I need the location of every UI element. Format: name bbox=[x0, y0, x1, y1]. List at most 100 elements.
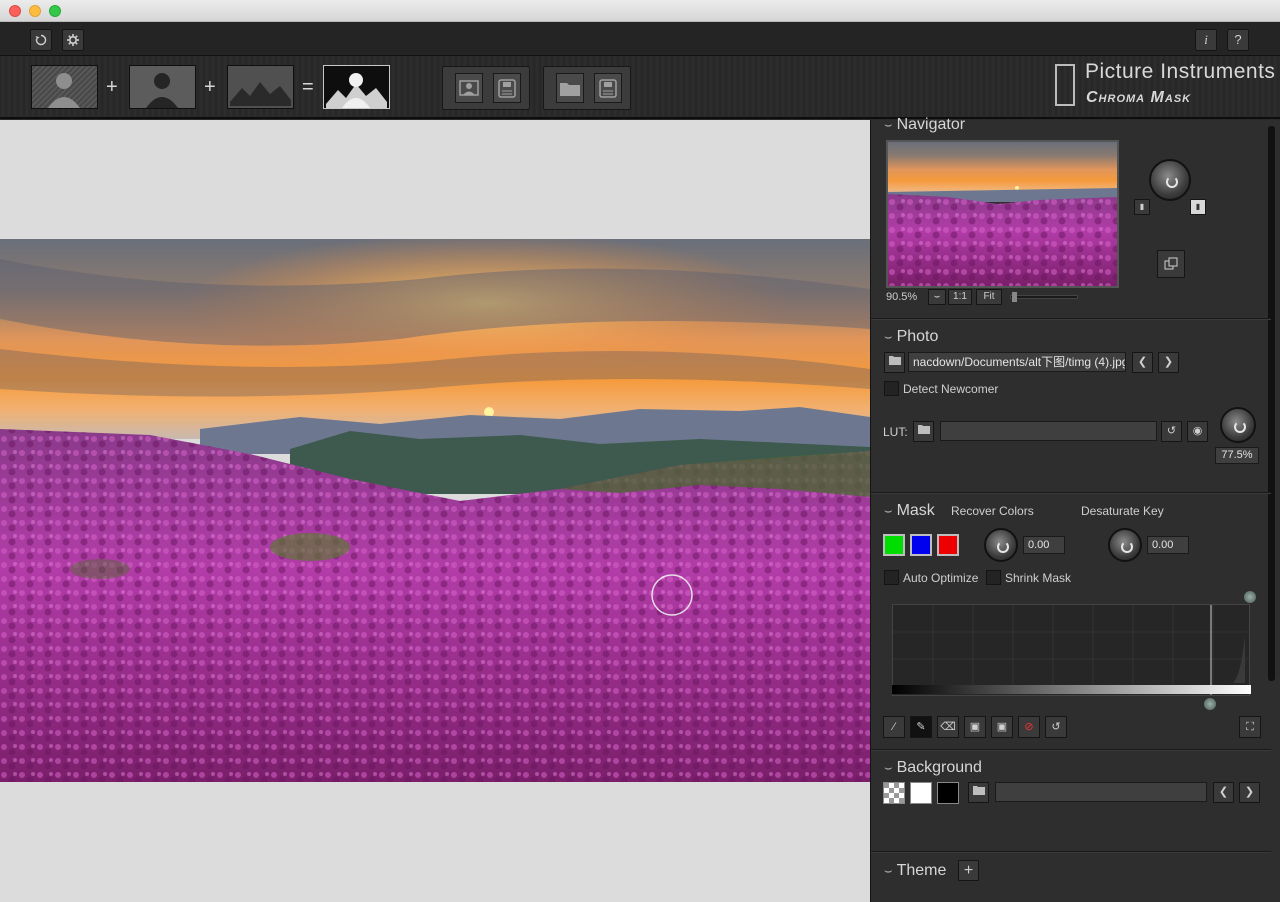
thin-brush-tool[interactable]: ⁄ bbox=[883, 716, 905, 738]
open-folder-button[interactable] bbox=[556, 73, 584, 103]
gear-icon bbox=[67, 34, 79, 46]
photo-open-button[interactable] bbox=[884, 352, 905, 373]
reset-icon: ↺ bbox=[1051, 721, 1061, 733]
lut-path-field[interactable] bbox=[940, 421, 1157, 441]
recover-colors-knob[interactable] bbox=[984, 528, 1018, 562]
background-header[interactable]: ⌣ Background bbox=[884, 759, 982, 777]
mask-curve-editor[interactable] bbox=[892, 604, 1250, 696]
add-theme-button[interactable]: + bbox=[958, 860, 979, 881]
curve-top-handle[interactable] bbox=[1244, 591, 1256, 603]
background-title: Background bbox=[896, 759, 982, 776]
lut-preview-button[interactable]: ◉ bbox=[1187, 421, 1208, 442]
compare-button[interactable] bbox=[1157, 250, 1185, 278]
save-mask-button[interactable]: ▣ bbox=[991, 716, 1013, 738]
eye-icon: ◉ bbox=[1192, 425, 1203, 437]
lut-open-button[interactable] bbox=[913, 421, 934, 442]
desaturate-key-value[interactable]: 0.00 bbox=[1147, 536, 1189, 554]
key-step-button[interactable] bbox=[129, 65, 196, 109]
next-background-button[interactable]: ❯ bbox=[1239, 782, 1260, 803]
panel-scrollbar[interactable] bbox=[1268, 126, 1275, 681]
background-path-field[interactable] bbox=[995, 782, 1207, 802]
brand-name: Picture Instruments bbox=[1085, 60, 1276, 83]
composite-icon bbox=[324, 66, 389, 108]
photo-header[interactable]: ⌣ Photo bbox=[884, 328, 938, 346]
foreground-step-button[interactable] bbox=[31, 65, 98, 109]
eraser-tool[interactable]: ⌫ bbox=[937, 716, 959, 738]
lut-amount-value[interactable]: 77.5% bbox=[1215, 447, 1259, 464]
result-step-button[interactable] bbox=[323, 65, 390, 109]
next-photo-button[interactable]: ❯ bbox=[1158, 352, 1179, 373]
lut-reset-button[interactable]: ↺ bbox=[1161, 421, 1182, 442]
batch-save-button[interactable] bbox=[594, 73, 622, 103]
lut-amount-knob[interactable] bbox=[1220, 407, 1256, 443]
red-key-swatch[interactable] bbox=[937, 534, 959, 556]
navigator-header[interactable]: ⌣ Navigator bbox=[884, 116, 965, 134]
folder-icon bbox=[972, 786, 985, 795]
transparent-background-swatch[interactable] bbox=[883, 782, 905, 804]
zoom-1to1-button[interactable]: 1:1 bbox=[948, 289, 972, 305]
brush-tool[interactable]: ✎ bbox=[910, 716, 932, 738]
photo-path-field[interactable]: nacdown/Documents/alt下图/timg (4).jpg bbox=[908, 352, 1126, 372]
theme-header[interactable]: ⌣ Theme bbox=[884, 862, 946, 880]
recover-colors-label: Recover Colors bbox=[951, 504, 1034, 518]
mask-view-button[interactable]: ⛶ bbox=[1239, 716, 1261, 738]
blue-key-swatch[interactable] bbox=[910, 534, 932, 556]
reset-button[interactable] bbox=[30, 29, 52, 51]
help-button[interactable]: ? bbox=[1227, 29, 1249, 51]
close-window-button[interactable] bbox=[9, 5, 21, 17]
floppy-icon bbox=[599, 79, 617, 98]
reset-mask-button[interactable]: ↺ bbox=[1045, 716, 1067, 738]
zoom-slider-handle[interactable] bbox=[1012, 292, 1017, 302]
detect-newcomer-label: Detect Newcomer bbox=[903, 382, 999, 396]
white-background-swatch[interactable] bbox=[910, 782, 932, 804]
clear-icon: ⊘ bbox=[1024, 721, 1034, 733]
folder-icon bbox=[888, 356, 901, 365]
chevron-down-icon: ⌣ bbox=[884, 117, 893, 132]
background-open-button[interactable] bbox=[968, 782, 989, 803]
curve-grid bbox=[893, 605, 1249, 695]
zoom-window-button[interactable] bbox=[49, 5, 61, 17]
mountain-icon bbox=[228, 66, 293, 108]
minimize-window-button[interactable] bbox=[29, 5, 41, 17]
product-name: Chroma Mask bbox=[1086, 89, 1192, 106]
light-preview-button[interactable]: ▮ bbox=[1190, 199, 1206, 215]
open-image-button[interactable] bbox=[455, 73, 483, 103]
previous-photo-button[interactable]: ❮ bbox=[1132, 352, 1153, 373]
navigator-thumbnail[interactable] bbox=[886, 140, 1119, 288]
floppy-icon: ▣ bbox=[996, 721, 1008, 733]
mask-header[interactable]: ⌣ Mask bbox=[884, 502, 935, 520]
load-mask-button[interactable]: ▣ bbox=[964, 716, 986, 738]
black-background-swatch[interactable] bbox=[937, 782, 959, 804]
thumbnail-photo bbox=[888, 142, 1117, 286]
open-save-group bbox=[442, 66, 530, 110]
image-canvas[interactable] bbox=[0, 120, 870, 902]
shrink-mask-label: Shrink Mask bbox=[1005, 571, 1072, 585]
mask-gradient-bar bbox=[892, 685, 1251, 694]
desaturate-key-knob[interactable] bbox=[1108, 528, 1142, 562]
navigator-rotation-knob[interactable] bbox=[1149, 159, 1191, 201]
info-button[interactable]: i bbox=[1195, 29, 1217, 51]
top-toolbar: i ? bbox=[0, 22, 1280, 56]
preview-image[interactable] bbox=[0, 239, 870, 782]
brand-logo-icon bbox=[1055, 64, 1075, 106]
zoom-out-button[interactable]: ⌣ bbox=[928, 289, 946, 305]
theme-title: Theme bbox=[896, 862, 947, 879]
shrink-mask-checkbox[interactable] bbox=[986, 570, 1001, 585]
detect-newcomer-checkbox[interactable] bbox=[884, 381, 899, 396]
settings-button[interactable] bbox=[62, 29, 84, 51]
section-divider bbox=[871, 318, 1271, 320]
dark-preview-button[interactable]: ▮ bbox=[1134, 199, 1150, 215]
save-image-button[interactable] bbox=[493, 73, 521, 103]
auto-optimize-checkbox[interactable] bbox=[884, 570, 899, 585]
curve-bottom-handle[interactable] bbox=[1204, 698, 1216, 710]
chevron-down-icon: ⌣ bbox=[884, 760, 893, 775]
zoom-slider[interactable] bbox=[1010, 295, 1078, 299]
background-step-button[interactable] bbox=[227, 65, 294, 109]
recover-colors-value[interactable]: 0.00 bbox=[1023, 536, 1065, 554]
previous-background-button[interactable]: ❮ bbox=[1213, 782, 1234, 803]
image-icon bbox=[459, 80, 479, 96]
clear-mask-button[interactable]: ⊘ bbox=[1018, 716, 1040, 738]
navigator-title: Navigator bbox=[896, 116, 966, 133]
green-key-swatch[interactable] bbox=[883, 534, 905, 556]
zoom-fit-button[interactable]: Fit bbox=[976, 289, 1002, 305]
